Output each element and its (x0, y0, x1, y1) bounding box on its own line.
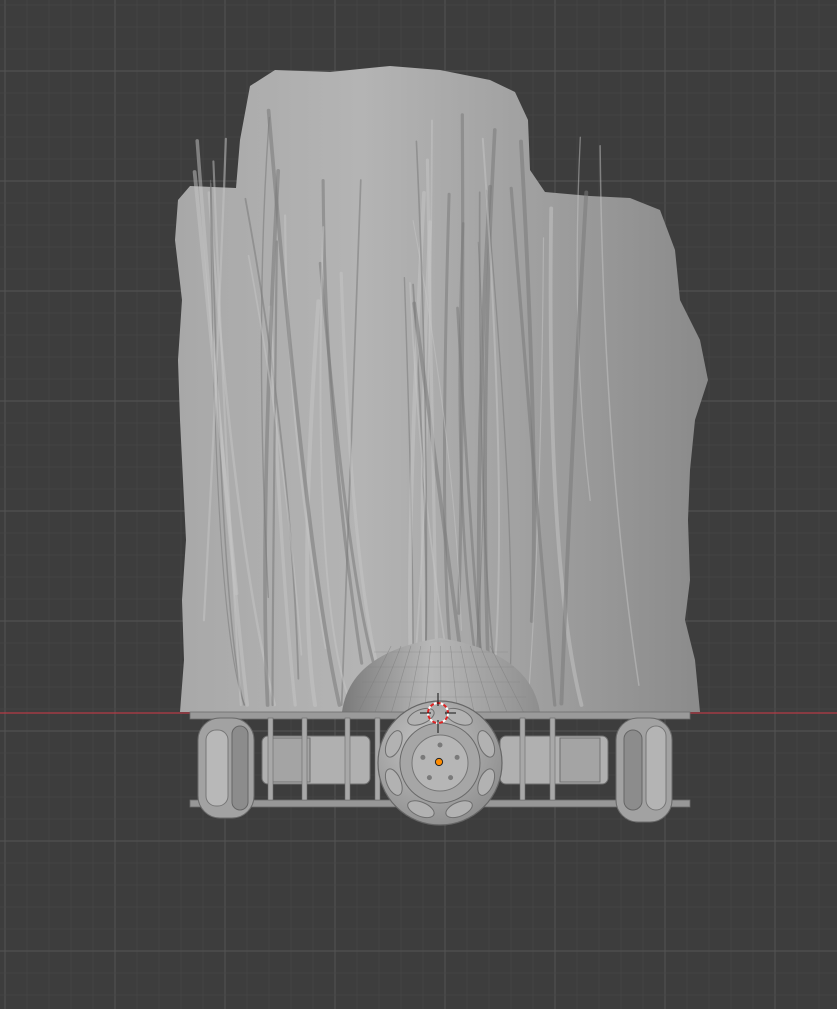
standoff (519, 717, 526, 801)
hub-bolt (454, 754, 460, 760)
hub-bolt (420, 754, 426, 760)
standoff (344, 717, 351, 801)
hub-bolt (437, 742, 443, 748)
standoff (549, 717, 556, 801)
standoff (301, 717, 308, 801)
object-origin-icon[interactable] (434, 757, 444, 767)
hub-bolt (448, 775, 454, 781)
hub-bolt (426, 775, 432, 781)
standoff (267, 717, 274, 801)
viewport-canvas[interactable] (0, 0, 837, 1009)
left-wheel (197, 717, 255, 819)
right-wheel (615, 717, 673, 823)
3d-viewport[interactable] (0, 0, 837, 1009)
left-motor (261, 735, 371, 785)
